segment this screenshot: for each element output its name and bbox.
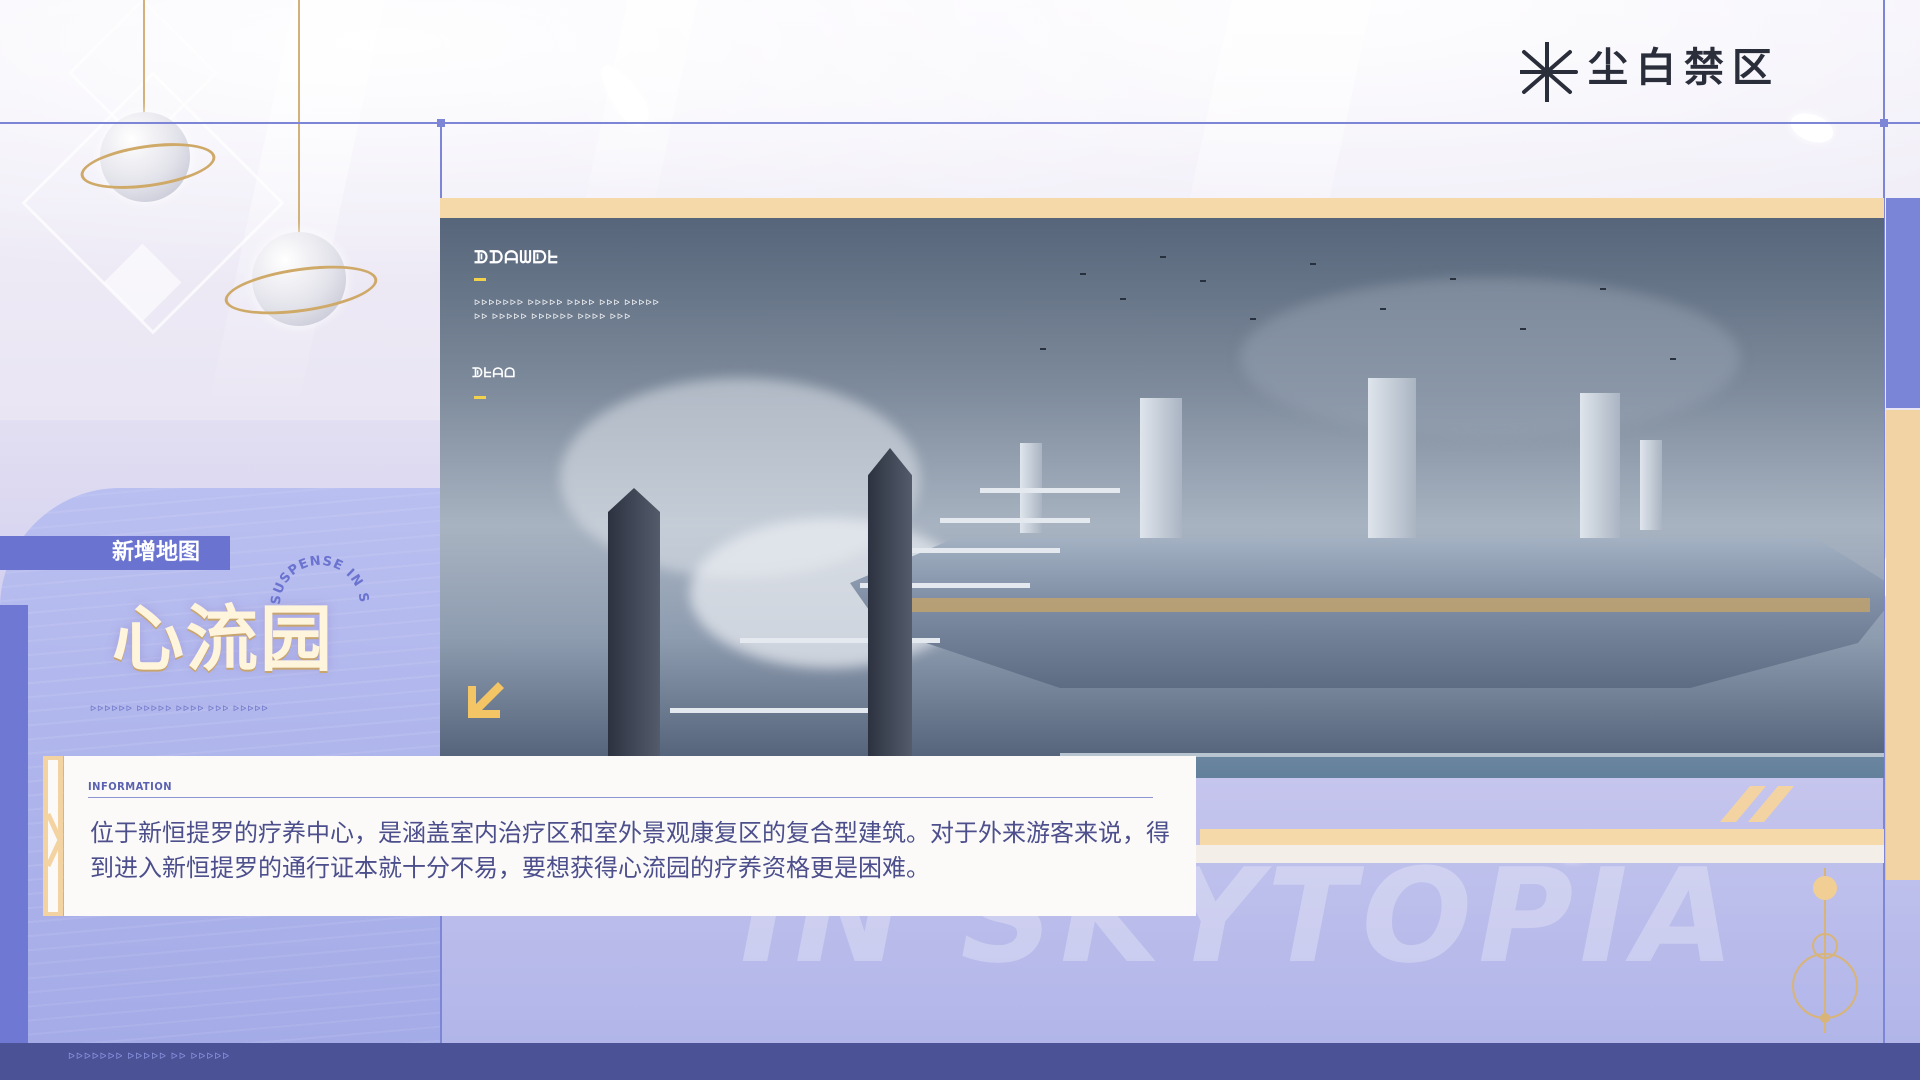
bird [1200,280,1206,282]
new-map-tag-label: 新增地图 [112,540,201,565]
platform-gold-band [880,598,1870,612]
floating-step [980,488,1120,493]
monolith [1580,393,1620,538]
monolith [1140,398,1182,538]
floating-platform [850,538,1884,688]
bird [1380,308,1386,310]
bird [1450,278,1456,280]
dark-obelisk [608,488,660,778]
screenshot-line-1: ᐅᐅᐅᐅᐅᐅᐅ ᐅᐅᐅᐅᐅ ᐅᐅᐅᐅ ᐅᐅᐅ ᐅᐅᐅᐅᐅ [474,298,660,307]
screenshot-line-2: ᐅᐅ ᐅᐅᐅᐅᐅ ᐅᐅᐅᐅᐅᐅ ᐅᐅᐅᐅ ᐅᐅᐅ [474,312,632,321]
bird [1040,348,1046,350]
information-label: INFORMATION [88,780,173,793]
bird [1120,298,1126,300]
yellow-dash [474,278,486,281]
floating-step [940,518,1090,523]
dark-obelisk [868,448,912,778]
svg-text:SUSPENSE IN SKY: SUSPENSE IN SKY [270,555,370,606]
bottom-code-glyphs: ᐅᐅᐅᐅᐅᐅᐅ ᐅᐅᐅᐅᐅ ᐅᐅ ᐅᐅᐅᐅᐅ [68,1052,231,1062]
bird [1520,328,1526,330]
right-accent-gold [1886,410,1920,880]
orb-string [143,0,145,115]
monolith [1368,378,1416,538]
guide-dot [437,119,445,127]
yellow-dash [474,396,486,399]
monolith [1640,440,1662,530]
arrow-down-left-icon [468,682,504,718]
orb-string [298,0,300,235]
cloud [1240,278,1740,438]
screenshot-title-glyphs: ᗫᗪᗩᗯᗟᖶ [474,248,559,268]
bird [1600,288,1606,290]
information-divider [88,797,1153,798]
bird [1250,318,1256,320]
bird [1080,273,1086,275]
gold-orbit-ornament-icon [1792,868,1858,1033]
guide-line [0,122,1920,124]
screenshot-frame-top [440,198,1884,218]
suspense-in-sky-curved-caption: SUSPENSE IN SKY [270,555,370,606]
screenshot-section-glyphs: ᗫᖶᗩᗝ [472,366,517,381]
slash-stripes-icon [1720,786,1794,822]
right-accent-blue [1886,198,1920,408]
guide-dot [1880,119,1888,127]
bird [1670,358,1676,360]
left-accent-stripe [0,605,28,1065]
bird [1310,263,1316,265]
chevron-right-icon [45,812,63,868]
star-logo-icon [1520,42,1578,102]
brand-logo-text: 尘白禁区 [1588,45,1780,91]
map-sub-code: ᐅᐅᐅᐅᐅᐅ ᐅᐅᐅᐅᐅ ᐅᐅᐅᐅ ᐅᐅᐅ ᐅᐅᐅᐅᐅ [90,704,269,713]
bird [1160,256,1166,258]
floating-step [900,548,1060,553]
information-description: 位于新恒提罗的疗养中心，是涵盖室内治疗区和室外景观康复区的复合型建筑。对于外来游… [90,819,1170,882]
map-screenshot: ᗫᗪᗩᗯᗟᖶ ᐅᐅᐅᐅᐅᐅᐅ ᐅᐅᐅᐅᐅ ᐅᐅᐅᐅ ᐅᐅᐅ ᐅᐅᐅᐅᐅ ᐅᐅ ᐅ… [440,218,1884,778]
bottom-bar [0,1043,1920,1080]
